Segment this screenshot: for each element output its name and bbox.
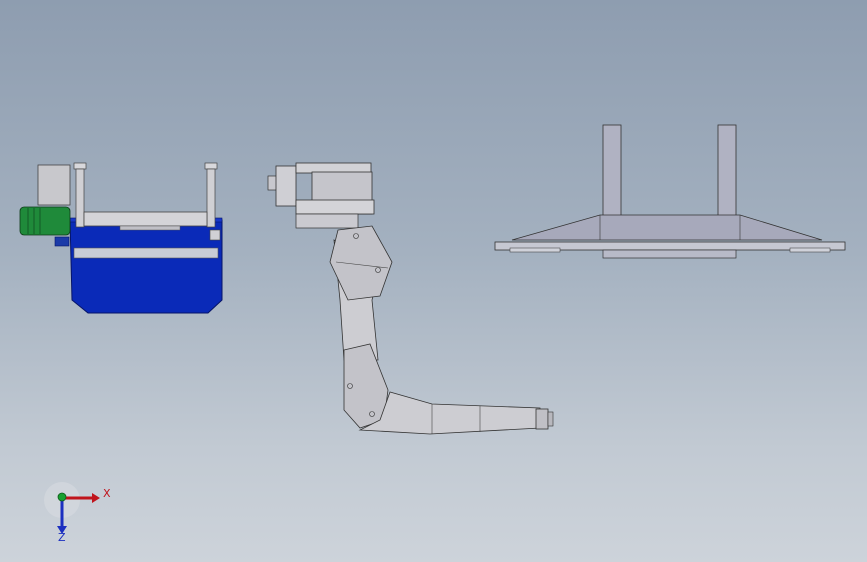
wrist-flange	[535, 408, 549, 430]
green-motor	[19, 206, 71, 236]
x-axis-label: X	[103, 487, 111, 500]
blue-tank	[69, 219, 223, 314]
z-axis-label: Z	[58, 531, 66, 544]
robot-base-frame[interactable]	[490, 120, 846, 260]
frame-top-plate	[511, 214, 823, 241]
roller-shaft	[83, 211, 208, 227]
tank-conveyor-assembly[interactable]	[15, 158, 230, 318]
left-column	[602, 124, 622, 221]
y-axis-dot	[57, 492, 67, 502]
motor-housing	[37, 164, 71, 206]
right-column	[717, 124, 737, 221]
left-post	[73, 162, 87, 170]
right-post	[204, 162, 218, 170]
tank-inner-band	[73, 247, 219, 259]
cad-graphics-viewport[interactable]: X Z	[0, 0, 867, 562]
